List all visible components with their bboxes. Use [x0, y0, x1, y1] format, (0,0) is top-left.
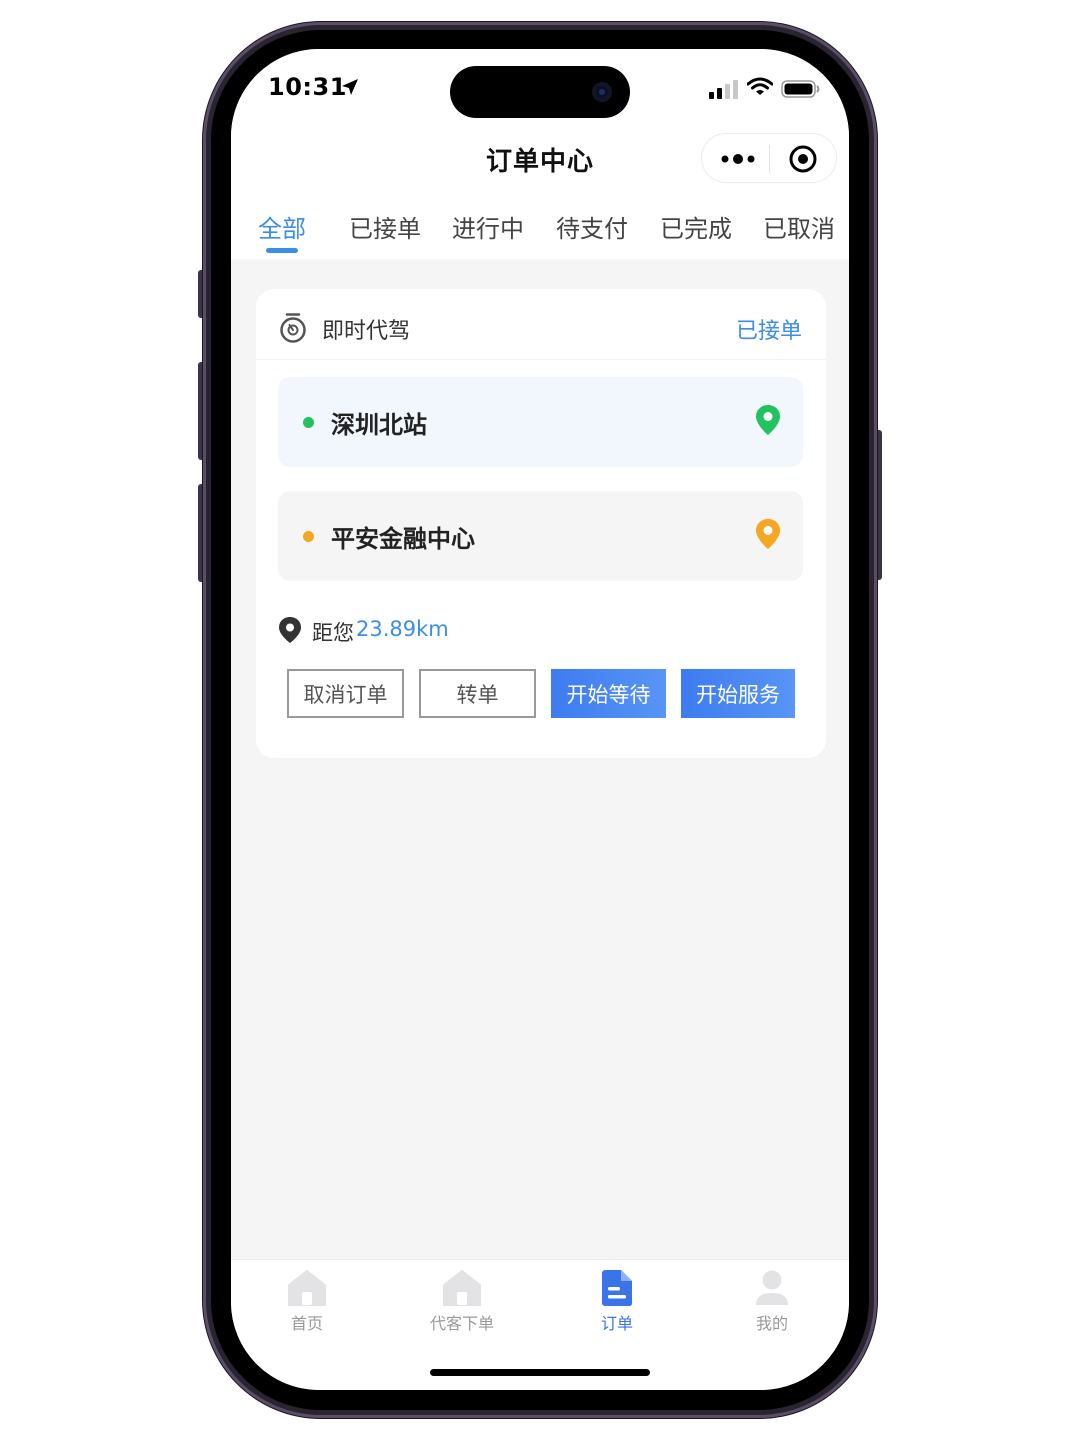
- stopwatch-icon: [280, 313, 306, 343]
- user-icon: [756, 1270, 788, 1305]
- distance-value: 23.89km: [356, 617, 449, 641]
- location-arrow-icon: [342, 79, 358, 95]
- more-icon[interactable]: [720, 150, 756, 168]
- tab-all[interactable]: 全部: [258, 209, 306, 244]
- status-time: 10:31: [268, 73, 347, 101]
- tabbar-item-home[interactable]: 首页: [247, 1268, 367, 1334]
- battery-icon: [781, 80, 820, 98]
- home-icon: [288, 1270, 326, 1306]
- pickup-dot: [303, 417, 314, 428]
- cellular-signal-icon: [709, 80, 738, 99]
- order-card-header: 即时代驾 已接单: [256, 289, 826, 360]
- home-indicator: [430, 1369, 650, 1376]
- phone-screen: 10:31 订单中心 全部 已接单 进行中 待支付 已完成 已取消 即时代驾 已…: [231, 49, 849, 1390]
- wifi-icon: [747, 77, 773, 95]
- active-tab-indicator: [266, 248, 298, 253]
- start-service-button[interactable]: 开始服务: [681, 669, 795, 718]
- tabbar-item-mine[interactable]: 我的: [712, 1268, 832, 1334]
- pickup-name: 深圳北站: [331, 411, 427, 439]
- dynamic-island: [450, 66, 630, 118]
- transfer-order-button[interactable]: 转单: [419, 669, 536, 718]
- tabbar-label: 订单: [600, 1314, 633, 1333]
- start-waiting-button[interactable]: 开始等待: [551, 669, 666, 718]
- tab-in-progress[interactable]: 进行中: [452, 209, 524, 244]
- capsule-divider: [769, 145, 770, 173]
- tab-accepted[interactable]: 已接单: [349, 209, 421, 244]
- tab-completed[interactable]: 已完成: [660, 209, 732, 244]
- dropoff-name: 平安金融中心: [331, 525, 475, 553]
- cancel-order-button[interactable]: 取消订单: [287, 669, 404, 718]
- camera-icon: [592, 82, 612, 102]
- order-card[interactable]: 即时代驾 已接单 深圳北站 平安金融中心 距您 23.89km 取消订单 转单 …: [256, 289, 826, 758]
- pickup-location[interactable]: 深圳北站: [278, 377, 803, 467]
- pickup-pin-icon[interactable]: [755, 404, 781, 436]
- mini-program-capsule: [701, 133, 837, 183]
- order-type: 即时代驾: [322, 319, 411, 344]
- tabbar-item-orders[interactable]: 订单: [557, 1268, 677, 1334]
- close-miniprogram-icon[interactable]: [788, 144, 818, 174]
- tabbar-item-proxy-order[interactable]: 代客下单: [402, 1268, 522, 1334]
- order-status-tabs: 全部 已接单 进行中 待支付 已完成 已取消: [231, 207, 849, 255]
- home-icon: [443, 1270, 481, 1306]
- dropoff-dot: [303, 531, 314, 542]
- order-status-badge: 已接单: [735, 319, 802, 344]
- tabbar-label: 代客下单: [429, 1314, 494, 1333]
- distance-label: 距您: [312, 621, 354, 645]
- tab-cancelled[interactable]: 已取消: [763, 209, 835, 244]
- tabbar-label: 首页: [290, 1314, 323, 1333]
- tabbar-label: 我的: [755, 1314, 788, 1333]
- document-icon: [602, 1270, 632, 1306]
- tab-pending-payment[interactable]: 待支付: [556, 209, 628, 244]
- dropoff-pin-icon[interactable]: [755, 518, 781, 550]
- dropoff-location[interactable]: 平安金融中心: [278, 491, 803, 581]
- location-pin-icon: [279, 617, 301, 643]
